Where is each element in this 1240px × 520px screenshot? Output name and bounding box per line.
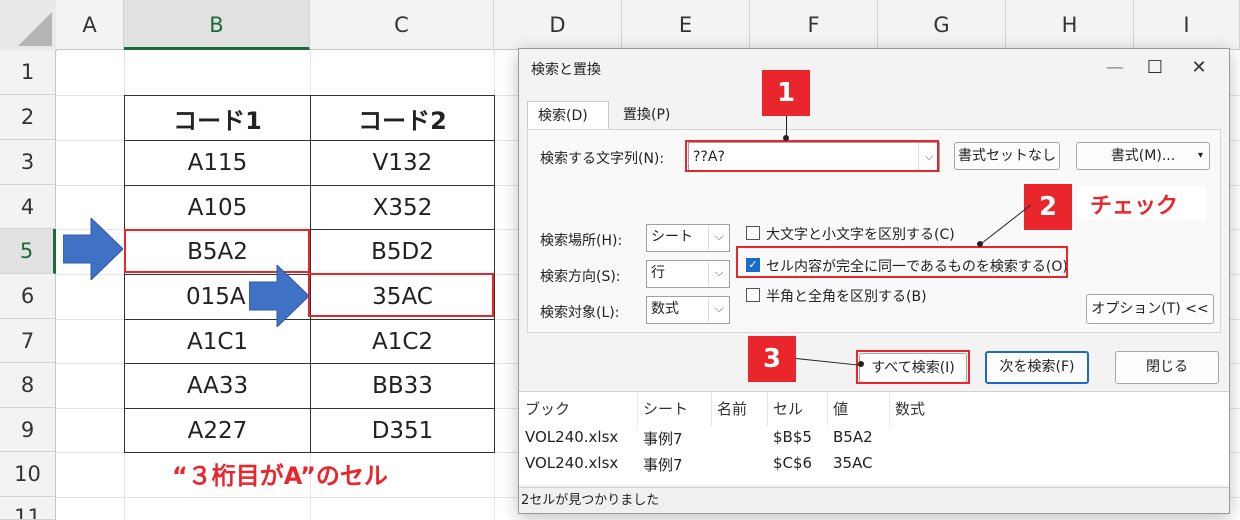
row-header-6[interactable]: 6 [0,274,56,319]
row-header-1[interactable]: 1 [0,50,56,95]
find-next-button[interactable]: 次を検索(F) [985,351,1089,384]
status-bar: 2セルが見つかりました [519,487,1229,513]
target-value: 数式 [651,301,679,317]
step-badge-1: 1 [762,70,810,116]
target-select[interactable]: 数式 ⌵ [646,296,730,324]
scope-label: 検索場所(H): [540,233,623,249]
dialog-titlebar[interactable]: 検索と置換 — ☐ ✕ [519,49,1229,87]
cell-c7[interactable]: A1C2 [310,319,495,364]
result-value: B5A2 [833,428,873,446]
row-header-5[interactable]: 5 [0,229,56,274]
dialog-title: 検索と置換 [531,62,601,78]
cell-c5[interactable]: B5D2 [310,229,495,275]
select-all-corner[interactable] [0,0,57,51]
step-badge-2: 2 [1024,184,1072,230]
match-width-label: 半角と全角を区別する(B) [766,289,927,305]
caption-third-char-a: “３桁目がA”のセル [172,462,388,490]
close-icon[interactable]: ✕ [1179,53,1219,83]
cell-c4[interactable]: X352 [310,185,495,230]
row-header-11[interactable]: 11 [0,497,56,520]
options-button[interactable]: オプション(T) << [1086,294,1214,324]
cell-c9[interactable]: D351 [310,408,495,453]
result-sheet: 事例7 [643,456,683,474]
close-button[interactable]: 閉じる [1115,351,1219,384]
search-string-label: 検索する文字列(N): [540,151,665,167]
column-header-d[interactable]: D [494,0,622,50]
maximize-icon[interactable]: ☐ [1135,53,1175,83]
results-header-formula[interactable]: 数式 [895,398,925,419]
column-header-h[interactable]: H [1006,0,1134,50]
row-header-7[interactable]: 7 [0,319,56,363]
chevron-down-icon[interactable]: ⌵ [708,261,729,287]
direction-value: 行 [651,265,665,281]
chevron-down-icon[interactable]: ⌵ [708,225,729,251]
results-header-name[interactable]: 名前 [717,398,747,419]
results-header-sheet[interactable]: シート [643,398,688,419]
dropdown-arrow-icon: ▾ [1197,150,1203,161]
results-header-cell[interactable]: セル [773,398,803,419]
results-header-book[interactable]: ブック [525,398,570,419]
column-header-e[interactable]: E [622,0,750,50]
tab-find[interactable]: 検索(D) [527,101,609,129]
match-case-label: 大文字と小文字を区別する(C) [766,227,955,243]
row-header-10[interactable]: 10 [0,452,56,497]
format-button[interactable]: 書式(M)... ▾ [1076,142,1210,170]
column-header-i[interactable]: I [1134,0,1240,50]
cell-b8[interactable]: AA33 [124,363,311,409]
cell-b3[interactable]: A115 [124,140,311,186]
column-header-b[interactable]: B [124,0,310,50]
highlight-find-all-button [856,350,970,384]
scope-value: シート [651,229,693,245]
row-header-9[interactable]: 9 [0,408,56,452]
minimize-icon[interactable]: — [1095,53,1135,83]
table-header-code1[interactable]: コード1 [124,95,311,141]
scope-select[interactable]: シート ⌵ [646,224,730,252]
result-book: VOL240.xlsx [525,454,619,472]
highlight-whole-cell-option [736,246,1068,278]
cell-c3[interactable]: V132 [310,140,495,186]
result-cell: $B$5 [773,428,812,446]
match-width-checkbox[interactable] [746,288,760,302]
target-label: 検索対象(L): [540,305,620,321]
cell-b4[interactable]: A105 [124,185,311,230]
column-header-a[interactable]: A [56,0,124,50]
table-header-code2[interactable]: コード2 [310,95,495,141]
find-replace-dialog: 検索と置換 — ☐ ✕ 検索(D) 置換(P) 検索する文字列(N): ??A?… [518,48,1230,514]
result-sheet: 事例7 [643,430,683,448]
direction-select[interactable]: 行 ⌵ [646,260,730,288]
highlight-search-input [685,140,939,172]
result-cell: $C$6 [773,454,813,472]
row-header-4[interactable]: 4 [0,185,56,229]
tab-replace[interactable]: 置換(P) [613,101,693,129]
column-header-g[interactable]: G [878,0,1006,50]
result-book: VOL240.xlsx [525,428,619,446]
row-header-8[interactable]: 8 [0,363,56,408]
check-annotation: チェック [1090,194,1179,219]
cell-c8[interactable]: BB33 [310,363,495,409]
results-header-value[interactable]: 値 [833,398,848,419]
highlight-cell-c6 [308,273,494,317]
format-button-label: 書式(M)... [1110,148,1176,164]
row-header-2[interactable]: 2 [0,95,56,140]
cell-b9[interactable]: A227 [124,408,311,453]
match-case-checkbox[interactable] [746,226,760,240]
row-header-3[interactable]: 3 [0,140,56,185]
chevron-down-icon[interactable]: ⌵ [708,297,729,323]
column-header-f[interactable]: F [750,0,878,50]
arrow-right-icon [63,218,123,280]
step-badge-3: 3 [748,336,796,382]
results-list[interactable]: ブック シート 名前 セル 値 数式 VOL240.xlsx 事例7 $B$5 … [519,391,1229,485]
direction-label: 検索方向(S): [540,269,621,285]
column-header-c[interactable]: C [310,0,494,50]
no-format-button[interactable]: 書式セットなし [954,142,1060,170]
result-value: 35AC [833,454,873,472]
arrow-right-icon [249,265,309,327]
